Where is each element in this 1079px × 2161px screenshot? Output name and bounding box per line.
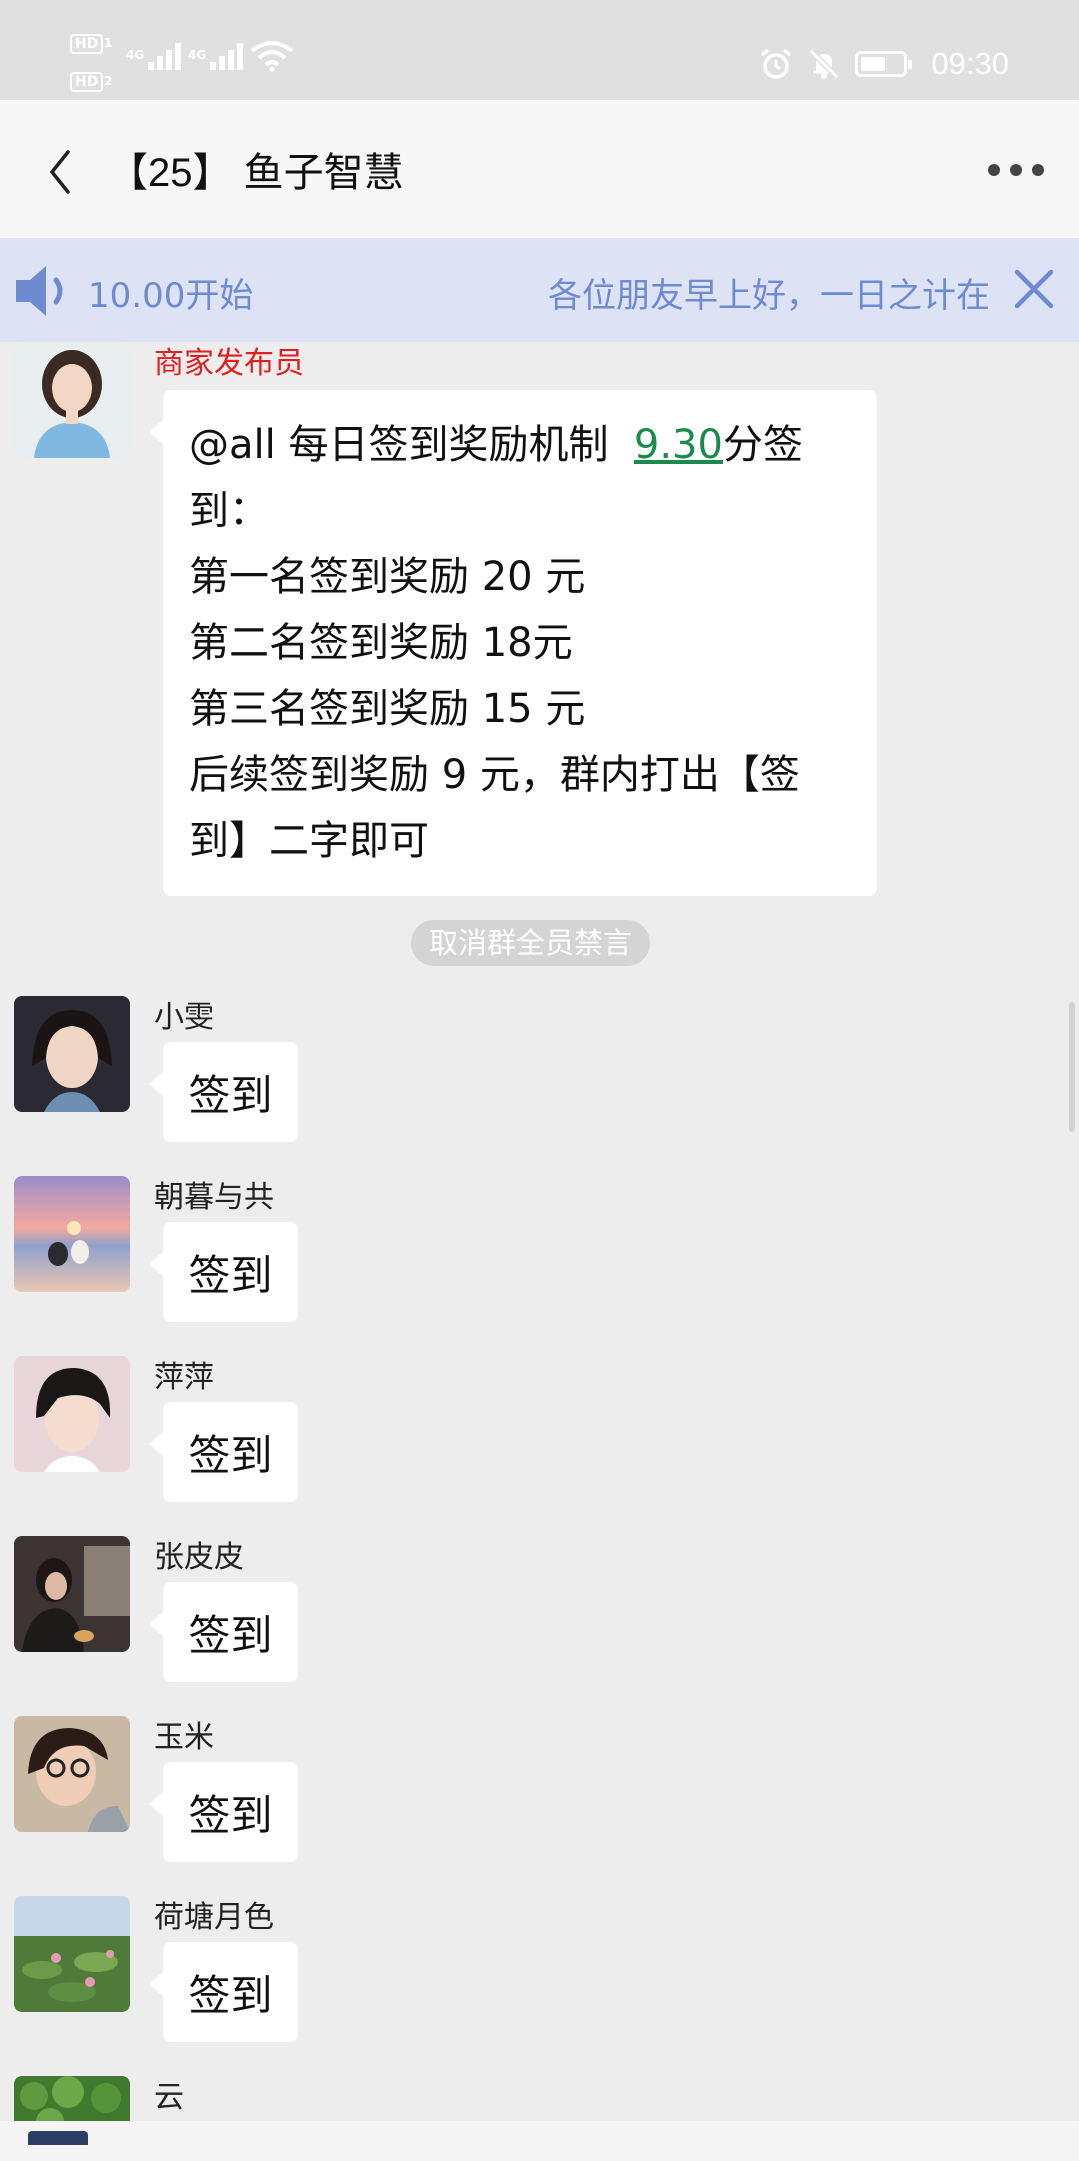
message-text: 分签 xyxy=(722,422,803,468)
battery-icon xyxy=(855,51,913,77)
close-icon[interactable] xyxy=(1009,264,1059,314)
sim2-index: 2 xyxy=(104,74,113,88)
chat-messages[interactable]: 商家发布员 @all 每日签到奖励机制 9.30分签 到： 第一名签到奖励 20… xyxy=(0,342,1079,2121)
input-bar xyxy=(0,2121,1079,2161)
avatar[interactable] xyxy=(14,2076,130,2121)
sender-name: 朝暮与共 xyxy=(154,1180,274,1215)
back-button[interactable] xyxy=(40,140,88,200)
avatar[interactable] xyxy=(14,1536,130,1652)
title-bar: 【25】 鱼子智慧 xyxy=(0,100,1079,238)
message-text: @all 每日签到奖励机制 xyxy=(189,422,634,468)
sender-name: 商家发布员 xyxy=(154,346,304,381)
speaker-icon xyxy=(16,266,63,316)
checkin-message-bubble[interactable]: 签到 xyxy=(149,1582,298,1682)
sender-name: 萍萍 xyxy=(154,1360,214,1395)
checkin-message-bubble[interactable]: 签到 xyxy=(149,1942,298,2042)
group-announcement-bar[interactable]: 10.00开始 各位朋友早上好，一日之计在 xyxy=(0,238,1079,342)
sim2-hd-badge: HD xyxy=(70,72,104,92)
wifi-icon xyxy=(250,41,294,72)
chat-screen: HD 1 HD 2 4G 4G 09:30 【25】 鱼子智慧 10.00开始 … xyxy=(0,0,1079,2161)
time-link[interactable]: 9.30 xyxy=(634,422,723,468)
message-line-2: 到： xyxy=(189,488,269,534)
more-options-button[interactable] xyxy=(981,152,1051,188)
scrollbar[interactable] xyxy=(1069,1002,1075,1132)
network2-label: 4G xyxy=(188,48,207,62)
sim1-hd-badge: HD xyxy=(70,34,104,54)
status-right: 09:30 xyxy=(759,44,1009,84)
chat-title: 【25】 鱼子智慧 xyxy=(108,151,404,195)
signal2-icon xyxy=(210,42,246,70)
sender-name: 小雯 xyxy=(154,1000,214,1035)
status-bar: HD 1 HD 2 4G 4G 09:30 xyxy=(0,0,1079,100)
status-time: 09:30 xyxy=(931,46,1009,81)
checkin-message-bubble[interactable]: 签到 xyxy=(149,1042,298,1142)
avatar[interactable] xyxy=(14,996,130,1112)
mute-icon xyxy=(809,48,840,80)
sender-name: 张皮皮 xyxy=(154,1540,244,1575)
sender-name: 云 xyxy=(154,2080,184,2115)
more-dots-icon xyxy=(988,164,1000,176)
checkin-message-bubble[interactable]: 签到 xyxy=(149,1762,298,1862)
avatar[interactable] xyxy=(14,342,130,458)
avatar[interactable] xyxy=(14,1716,130,1832)
announcement-left-text: 10.00开始 xyxy=(88,276,254,316)
message-line-5: 第三名签到奖励 15 元 xyxy=(189,686,586,732)
checkin-message-bubble[interactable]: 签到 xyxy=(149,1222,298,1322)
message-line-1: @all 每日签到奖励机制 9.30分签 xyxy=(189,412,853,478)
signal1-icon xyxy=(148,42,184,70)
announcement-right-text: 各位朋友早上好，一日之计在 xyxy=(548,276,990,316)
network1-label: 4G xyxy=(126,48,145,62)
avatar[interactable] xyxy=(14,1176,130,1292)
checkin-message-bubble[interactable]: 签到 xyxy=(149,1402,298,1502)
avatar[interactable] xyxy=(14,1896,130,2012)
announcement-message-bubble[interactable]: @all 每日签到奖励机制 9.30分签 到： 第一名签到奖励 20 元 第二名… xyxy=(149,390,877,896)
keyboard-icon[interactable] xyxy=(28,2131,88,2145)
message-line-7: 到】二字即可 xyxy=(189,818,429,864)
message-line-6: 后续签到奖励 9 元，群内打出【签 xyxy=(189,752,800,798)
battery-level-fill xyxy=(861,57,886,71)
system-tip: 取消群全员禁言 xyxy=(411,920,651,966)
sender-name: 玉米 xyxy=(154,1720,214,1755)
message-line-4: 第二名签到奖励 18元 xyxy=(189,620,573,666)
avatar[interactable] xyxy=(14,1356,130,1472)
alarm-icon xyxy=(761,48,792,79)
message-line-3: 第一名签到奖励 20 元 xyxy=(189,554,586,600)
sender-name: 荷塘月色 xyxy=(154,1900,274,1935)
sim1-index: 1 xyxy=(104,36,113,50)
